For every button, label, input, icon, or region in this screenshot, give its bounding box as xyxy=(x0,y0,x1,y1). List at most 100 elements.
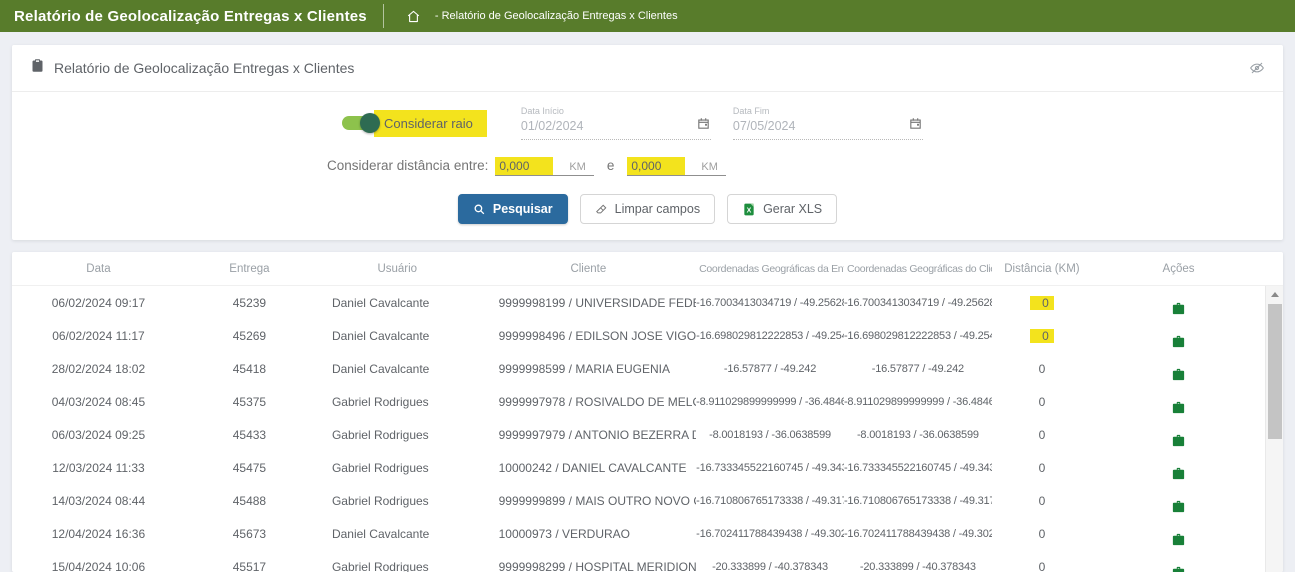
cell-coord-delivery: -16.698029812222853 / -49.2549 xyxy=(696,330,844,342)
distance-conjunction: e xyxy=(607,158,615,173)
svg-text:X: X xyxy=(747,207,752,214)
data-inicio-value: 01/02/2024 xyxy=(521,119,696,133)
distance-min-input[interactable] xyxy=(495,157,553,175)
column-header: Data xyxy=(12,263,185,275)
cell-date: 04/03/2024 08:45 xyxy=(12,395,185,409)
cell-distance: 0 xyxy=(992,527,1092,541)
cell-client: 9999998599 / MARIA EUGENIA xyxy=(481,362,697,376)
distance-max-input[interactable] xyxy=(627,157,685,175)
cell-distance: 0 xyxy=(992,362,1092,376)
breadcrumb: - Relatório de Geolocalização Entregas x… xyxy=(435,10,678,22)
briefcase-icon[interactable] xyxy=(1171,466,1186,481)
table-row: 04/03/2024 08:45 45375 Gabriel Rodrigues… xyxy=(12,385,1283,418)
cell-coord-client: -20.333899 / -40.378343 xyxy=(844,561,992,572)
cell-delivery: 45475 xyxy=(185,461,314,475)
cell-distance: 0 xyxy=(992,395,1092,409)
briefcase-icon[interactable] xyxy=(1171,301,1186,316)
briefcase-icon[interactable] xyxy=(1171,433,1186,448)
cell-coord-client: -16.57877 / -49.242 xyxy=(844,363,992,375)
considerar-raio-toggle[interactable] xyxy=(342,113,378,133)
cell-date: 06/02/2024 09:17 xyxy=(12,296,185,310)
scrollbar-up-arrow-icon[interactable] xyxy=(1266,286,1283,303)
distance-min-field: KM xyxy=(495,154,594,176)
calendar-icon[interactable] xyxy=(696,116,711,136)
app-title: Relatório de Geolocalização Entregas x C… xyxy=(0,8,383,25)
table-row: 06/02/2024 11:17 45269 Daniel Cavalcante… xyxy=(12,319,1283,352)
briefcase-icon[interactable] xyxy=(1171,499,1186,514)
briefcase-icon[interactable] xyxy=(1171,334,1186,349)
cell-date: 12/04/2024 16:36 xyxy=(12,527,185,541)
results-table: DataEntregaUsuárioClienteCoordenadas Geo… xyxy=(12,252,1283,572)
cell-distance: 0 xyxy=(992,329,1092,343)
calendar-icon[interactable] xyxy=(908,116,923,136)
cell-coord-delivery: -16.702411788439438 / -49.30218 xyxy=(696,528,844,540)
cell-user: Daniel Cavalcante xyxy=(314,296,481,310)
cell-distance: 0 xyxy=(992,296,1092,310)
distance-min-unit: KM xyxy=(553,161,594,175)
table-row: 06/02/2024 09:17 45239 Daniel Cavalcante… xyxy=(12,286,1283,319)
cell-delivery: 45673 xyxy=(185,527,314,541)
data-fim-value: 07/05/2024 xyxy=(733,119,908,133)
clipboard-icon xyxy=(30,58,45,78)
cell-actions xyxy=(1092,320,1265,352)
pesquisar-button[interactable]: Pesquisar xyxy=(458,194,568,224)
cell-client: 9999998496 / EDILSON JOSE VIGOLO ME xyxy=(481,329,697,343)
column-header: Cliente xyxy=(481,263,697,275)
column-header: Usuário xyxy=(314,263,481,275)
cell-coord-client: -16.7003413034719 / -49.2562877 xyxy=(844,297,992,309)
cell-user: Daniel Cavalcante xyxy=(314,329,481,343)
cell-coord-delivery: -8.911029899999999 / -36.48462 xyxy=(696,396,844,408)
data-inicio-label: Data Início xyxy=(521,106,711,116)
date-fields: Data Início 01/02/2024 Data Fim 07/05/20… xyxy=(521,106,945,140)
cell-actions xyxy=(1092,419,1265,451)
data-fim-field[interactable]: Data Fim 07/05/2024 xyxy=(733,106,923,140)
eye-slash-icon[interactable] xyxy=(1249,60,1265,76)
column-header: Ações xyxy=(1092,263,1265,275)
filter-panel: Relatório de Geolocalização Entregas x C… xyxy=(12,45,1283,240)
cell-user: Gabriel Rodrigues xyxy=(314,395,481,409)
data-fim-label: Data Fim xyxy=(733,106,923,116)
column-header: Distância (KM) xyxy=(992,263,1092,275)
table-scrollbar[interactable] xyxy=(1265,286,1283,572)
cell-client: 9999998299 / HOSPITAL MERIDIONAL S.A xyxy=(481,560,697,572)
cell-coord-delivery: -8.0018193 / -36.0638599 xyxy=(696,429,844,441)
cell-date: 15/04/2024 10:06 xyxy=(12,560,185,572)
cell-delivery: 45517 xyxy=(185,560,314,572)
cell-client: 10000973 / VERDURAO xyxy=(481,527,697,541)
cell-coord-client: -16.702411788439438 / -49.302181 xyxy=(844,528,992,540)
table-header-row: DataEntregaUsuárioClienteCoordenadas Geo… xyxy=(12,252,1283,286)
scrollbar-thumb[interactable] xyxy=(1268,304,1282,439)
cell-user: Gabriel Rodrigues xyxy=(314,494,481,508)
cell-delivery: 45418 xyxy=(185,362,314,376)
excel-icon: X xyxy=(742,202,756,217)
cell-date: 06/03/2024 09:25 xyxy=(12,428,185,442)
cell-date: 12/03/2024 11:33 xyxy=(12,461,185,475)
cell-delivery: 45239 xyxy=(185,296,314,310)
briefcase-icon[interactable] xyxy=(1171,400,1186,415)
cell-distance: 0 xyxy=(992,428,1092,442)
briefcase-icon[interactable] xyxy=(1171,565,1186,572)
column-header: Coordenadas Geográficas do Cliente xyxy=(844,263,992,275)
cell-coord-delivery: -16.733345522160745 / -49.3434 xyxy=(696,462,844,474)
table-row: 14/03/2024 08:44 45488 Gabriel Rodrigues… xyxy=(12,484,1283,517)
cell-coord-delivery: -16.7003413034719 / -49.256287 xyxy=(696,297,844,309)
cell-coord-client: -8.911029899999999 / -36.4846211 xyxy=(844,396,992,408)
gerar-xls-button[interactable]: X Gerar XLS xyxy=(727,194,837,224)
cell-actions xyxy=(1092,485,1265,517)
cell-coord-client: -8.0018193 / -36.0638599 xyxy=(844,429,992,441)
cell-user: Gabriel Rodrigues xyxy=(314,461,481,475)
briefcase-icon[interactable] xyxy=(1171,532,1186,547)
cell-distance: 0 xyxy=(992,494,1092,508)
cell-user: Daniel Cavalcante xyxy=(314,527,481,541)
briefcase-icon[interactable] xyxy=(1171,367,1186,382)
cell-actions xyxy=(1092,353,1265,385)
home-icon[interactable] xyxy=(406,9,421,24)
cell-coord-client: -16.698029812222853 / -49.25490 xyxy=(844,330,992,342)
limpar-campos-button[interactable]: Limpar campos xyxy=(580,194,715,224)
data-inicio-field[interactable]: Data Início 01/02/2024 xyxy=(521,106,711,140)
topbar-divider xyxy=(383,4,384,28)
cell-distance: 0 xyxy=(992,461,1092,475)
cell-user: Gabriel Rodrigues xyxy=(314,560,481,572)
cell-coord-client: -16.710806765173338 / -49.317788 xyxy=(844,495,992,507)
cell-client: 10000242 / DANIEL CAVALCANTE xyxy=(481,461,697,475)
